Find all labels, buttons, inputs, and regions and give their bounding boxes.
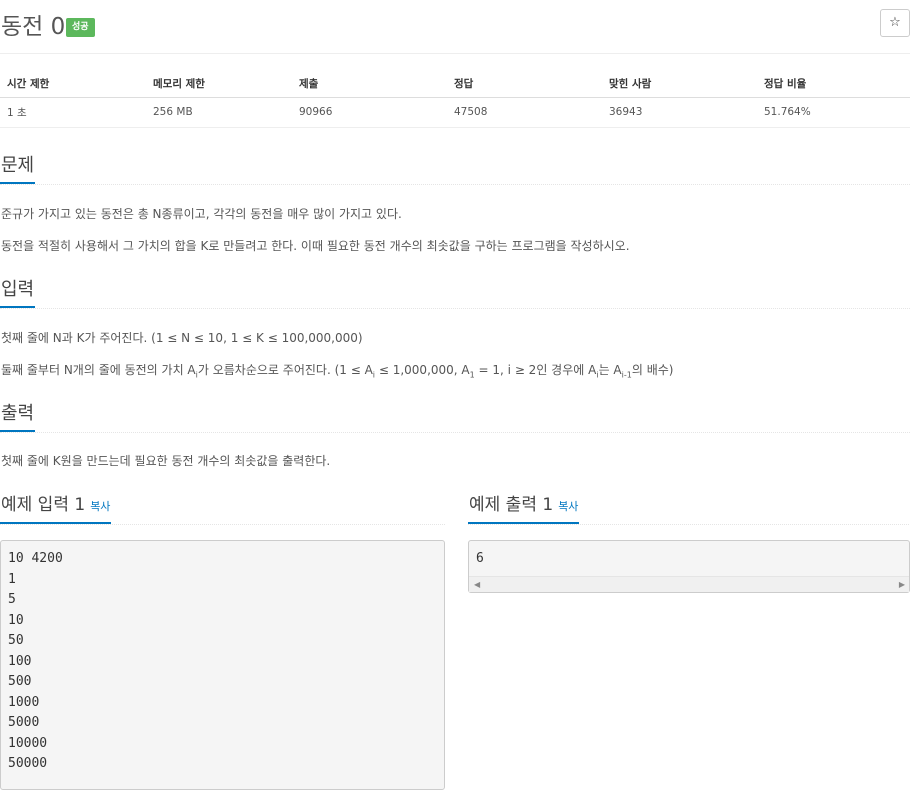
sample-input-title: 예제 입력 1 — [1, 495, 86, 515]
scroll-right-icon[interactable]: ▶ — [899, 580, 905, 589]
description-line-2: 동전을 적절히 사용해서 그 가치의 합을 K로 만들려고 한다. 이때 필요한… — [1, 239, 630, 253]
info-header-solvers: 맞힌 사람 — [602, 70, 757, 98]
info-value-accepted: 47508 — [447, 97, 602, 128]
info-value-memory: 256 MB — [146, 97, 292, 128]
info-value-row: 1 초 256 MB 90966 47508 36943 51.764% — [0, 97, 910, 128]
input-line-2: 둘째 줄부터 N개의 줄에 동전의 가치 Ai가 오름차순으로 주어진다. (1… — [1, 363, 674, 380]
problem-header: 동전 0 성공 ☆ — [0, 0, 910, 54]
horizontal-scrollbar[interactable]: ◀ ▶ — [469, 576, 909, 592]
status-badge: 성공 — [66, 18, 95, 37]
info-value-submissions: 90966 — [292, 97, 447, 128]
problem-info-table: 시간 제한 메모리 제한 제출 정답 맞힌 사람 정답 비율 1 초 256 M… — [0, 70, 910, 128]
info-header-memory: 메모리 제한 — [146, 70, 292, 98]
description-title: 문제 — [0, 151, 36, 184]
info-header-accepted: 정답 — [447, 70, 602, 98]
description-section-heading: 문제 — [0, 151, 910, 185]
sample-output-heading: 예제 출력 1 복사 — [468, 490, 910, 525]
sample-output-title: 예제 출력 1 — [469, 495, 554, 515]
sample-output-box[interactable]: 6 ◀ ▶ — [468, 540, 910, 593]
sample-input-heading: 예제 입력 1 복사 — [0, 490, 445, 525]
info-header-time: 시간 제한 — [0, 70, 146, 98]
output-line: 첫째 줄에 K원을 만드는데 필요한 동전 개수의 최솟값을 출력한다. — [1, 454, 331, 468]
output-section-heading: 출력 — [0, 399, 910, 433]
info-value-ratio: 51.764% — [757, 97, 910, 128]
output-title: 출력 — [0, 399, 36, 432]
sample-output-text: 6 — [476, 551, 484, 566]
star-icon: ☆ — [889, 15, 901, 30]
copy-output-link[interactable]: 복사 — [558, 500, 578, 513]
copy-input-link[interactable]: 복사 — [90, 500, 110, 513]
scroll-left-icon[interactable]: ◀ — [474, 580, 480, 589]
info-value-solvers: 36943 — [602, 97, 757, 128]
input-section-heading: 입력 — [0, 275, 910, 309]
info-header-row: 시간 제한 메모리 제한 제출 정답 맞힌 사람 정답 비율 — [0, 70, 910, 98]
info-value-time: 1 초 — [0, 97, 146, 128]
info-header-submissions: 제출 — [292, 70, 447, 98]
sample-input-box[interactable]: 10 4200 1 5 10 50 100 500 1000 5000 1000… — [0, 540, 445, 790]
problem-title: 동전 0 — [1, 14, 66, 40]
star-button[interactable]: ☆ — [880, 9, 910, 37]
input-title: 입력 — [0, 275, 36, 308]
input-line-1: 첫째 줄에 N과 K가 주어진다. (1 ≤ N ≤ 10, 1 ≤ K ≤ 1… — [1, 331, 363, 345]
info-header-ratio: 정답 비율 — [757, 70, 910, 98]
description-line-1: 준규가 가지고 있는 동전은 총 N종류이고, 각각의 동전을 매우 많이 가지… — [1, 207, 402, 221]
